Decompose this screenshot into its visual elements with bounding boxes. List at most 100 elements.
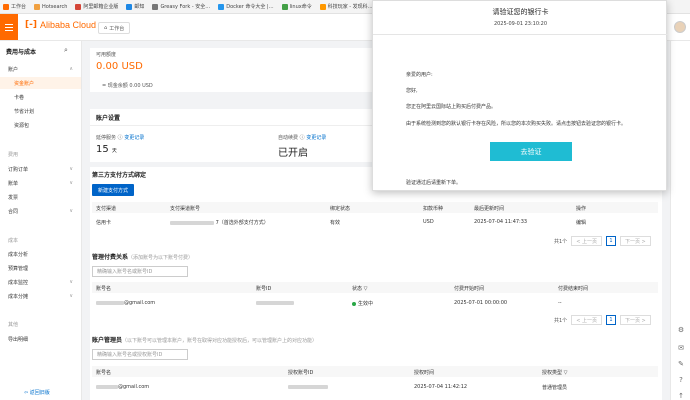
sidebar-item-label: 成本监控 [8, 279, 29, 286]
settings-icon[interactable]: ⚙ [676, 326, 686, 334]
message-icon[interactable]: ✉ [676, 344, 686, 352]
top-icon[interactable]: ↑ [676, 392, 686, 400]
bookmark-item[interactable]: 邮知 [126, 3, 144, 10]
payment-title: 第三方支付方式绑定 [92, 172, 147, 179]
extend-label-text: 延停服务 [96, 135, 117, 141]
sidebar-item-cost-monitor[interactable]: 成本监控 ∨ [0, 276, 81, 288]
redacted-block [256, 300, 294, 305]
account-manager-hint: （以下账号可以管理本账户，账号在取得对应功能授权后，可以管理账户上的对应功能） [122, 338, 318, 344]
search-icon[interactable]: ⌕ [64, 46, 68, 55]
manager-account-id [288, 384, 328, 390]
bookmark-favicon-icon [126, 3, 133, 10]
feedback-icon[interactable]: ✎ [676, 360, 686, 368]
autorenew-history-link[interactable]: 变更记录 [306, 135, 326, 141]
bookmark-label: Greasy Fork - 安全… [160, 4, 211, 10]
column-header: 付费开始时间 [454, 286, 485, 292]
column-header: 最后更新时间 [474, 206, 505, 212]
sidebar-item-label: 节省计划 [14, 108, 35, 115]
sidebar-item-cost-allocation[interactable]: 成本分摊 ∨ [0, 290, 81, 302]
modal-header: 请验证您的银行卡 2025-09-01 23:10:20 [373, 1, 668, 35]
paid-account-name: @gmail.com [96, 300, 155, 306]
next-page-button[interactable]: 下一页 > [619, 236, 651, 246]
sidebar-item-label: 资源包 [14, 122, 30, 129]
bookmark-item[interactable]: 阿里邮箱企业版 [75, 3, 118, 10]
paid-pager: 共1个 < 上一页 1 下一页 > [554, 315, 651, 325]
column-header: 绑定状态 [330, 206, 351, 212]
payment-account-suffix: 7（首选外部支付方式） [215, 220, 269, 226]
redacted-block [170, 220, 214, 225]
sidebar-item-contract[interactable]: 合同 ∨ [0, 205, 81, 217]
filter-icon[interactable]: ▽ [364, 286, 368, 292]
manager-search-input[interactable]: 精确输入账号名或授权账号ID [92, 349, 188, 360]
redacted-block [96, 384, 118, 389]
filter-icon[interactable]: ▽ [564, 370, 568, 376]
sidebar-item-label: 成本分摊 [8, 293, 29, 300]
home-icon: ⌂ [104, 25, 108, 31]
sidebar-item-funds[interactable]: 资金账户 [0, 77, 81, 89]
right-rail: ⚙ ✉ ✎ ? ↑ [670, 41, 690, 400]
bookmark-item[interactable]: 科技玩家 - 发现科… [319, 3, 373, 10]
page-number[interactable]: 1 [605, 315, 616, 325]
verify-button[interactable]: 去验证 [490, 142, 572, 161]
paid-start: 2025-07-01 00:00:00 [454, 300, 508, 306]
new-payment-button[interactable]: 新建支付方式 [92, 184, 135, 196]
page-number[interactable]: 1 [605, 236, 616, 246]
prev-page-button[interactable]: < 上一页 [571, 236, 602, 246]
menu-icon[interactable] [0, 14, 18, 40]
extend-unit: 天 [111, 148, 117, 154]
bookmark-label: 科技玩家 - 发现科… [327, 4, 373, 10]
bookmark-item[interactable]: 工作台 [3, 3, 26, 10]
sidebar-item-savings-plan[interactable]: 节省计划 [0, 105, 81, 117]
workbench-button[interactable]: ⌂ 工作台 [98, 22, 131, 34]
divider [90, 125, 372, 126]
paid-status-text: 生效中 [358, 301, 374, 307]
bookmark-item[interactable]: Hotsearch [34, 3, 67, 10]
back-to-old-link[interactable]: ⇦ 返回旧版 [24, 389, 50, 396]
payment-updated: 2025-07-04 11:47:33 [474, 219, 528, 225]
bookmark-item[interactable]: Greasy Fork - 安全… [152, 3, 210, 10]
avatar[interactable] [674, 21, 686, 33]
sidebar-group-cost: 成本 [8, 238, 19, 244]
next-page-button[interactable]: 下一页 > [619, 315, 651, 325]
extend-history-link[interactable]: 变更记录 [124, 135, 144, 141]
bookmark-label: 邮知 [134, 4, 145, 10]
chevron-down-icon: ∨ [69, 279, 73, 285]
account-manager-card: 账户管理员（以下账号可以管理本账户，账号在取得对应功能授权后，可以管理账户上的对… [90, 332, 662, 400]
sidebar-group-account[interactable]: 账户 ∧ [0, 63, 81, 75]
workbench-label: 工作台 [109, 25, 125, 32]
modal-line1: 您正在阿里云国际站上购买后付费产品。 [406, 104, 497, 110]
prev-page-button[interactable]: < 上一页 [571, 315, 602, 325]
logo[interactable]: [-] Alibaba Cloud [25, 20, 96, 30]
sidebar-item-bills[interactable]: 账单 ∨ [0, 177, 81, 189]
pager-total: 共1个 [554, 317, 568, 324]
manager-auth-type: 普通管理员 [542, 385, 568, 391]
paid-status: 生效中 [352, 300, 373, 307]
help-icon: ⓘ [117, 135, 123, 141]
modal-date: 2025-09-01 23:10:20 [493, 21, 548, 27]
chevron-up-icon: ∧ [69, 66, 73, 72]
sidebar-item-label: 合同 [8, 208, 19, 215]
sidebar-item-cost-analysis[interactable]: 成本分析 [0, 248, 81, 260]
column-header: 账号名 [96, 286, 112, 292]
type-header-text: 授权类型 [542, 370, 563, 376]
paid-relation-search-input[interactable]: 精确输入账号名或账号ID [92, 266, 188, 277]
bookmark-item[interactable]: Docker 命令大全 |… [218, 3, 274, 10]
payment-status: 有效 [330, 220, 341, 226]
sidebar-item-budget[interactable]: 预算管理 [0, 262, 81, 274]
sidebar-item-coupons[interactable]: 卡卷 [0, 91, 81, 103]
help-icon[interactable]: ? [676, 376, 686, 384]
sidebar-item-resource-pack[interactable]: 资源包 [0, 119, 81, 131]
paid-relation-card: 管理付费关系（添加账号为以下账号付费） 精确输入账号名或账号ID 账号名 账号I… [90, 249, 662, 332]
sidebar-group-fee: 费用 [8, 152, 19, 158]
bookmark-favicon-icon [152, 3, 159, 10]
sidebar-item-invoice[interactable]: 发票 [0, 191, 81, 203]
bookmark-item[interactable]: linux命令 [281, 3, 312, 10]
chevron-down-icon: ∨ [69, 208, 73, 214]
edit-link[interactable]: 编辑 [576, 219, 586, 226]
logo-mark: [-] [25, 20, 37, 30]
sidebar-item-orders[interactable]: 订购订单 ∨ [0, 163, 81, 175]
sidebar-item-export[interactable]: 导出明细 [0, 333, 81, 345]
status-dot-icon [352, 301, 356, 306]
column-header: 支付渠道账号 [170, 206, 201, 212]
account-manager-title-text: 账户管理员 [92, 337, 123, 344]
